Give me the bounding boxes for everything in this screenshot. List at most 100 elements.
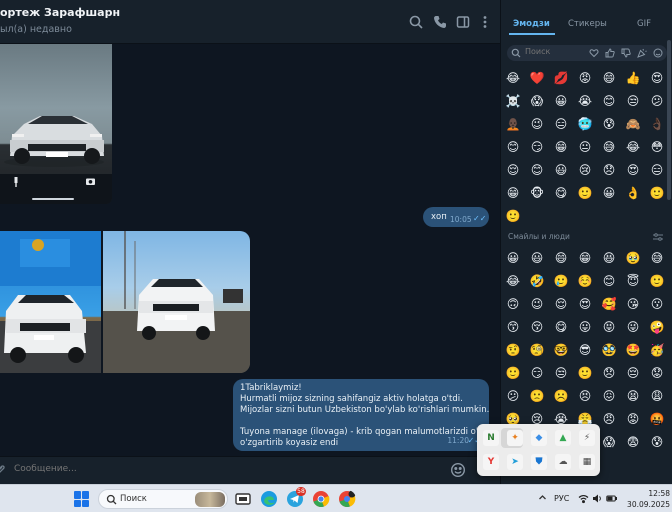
emoji-button[interactable]: 😩 <box>645 384 669 407</box>
emoji-button[interactable]: 🐵 <box>525 181 549 204</box>
message-bubble-out[interactable]: хоп 10:05 ✓✓ <box>423 207 489 227</box>
tray-app-icon[interactable]: ➤ <box>507 454 523 470</box>
emoji-button[interactable]: 🥲 <box>549 269 573 292</box>
clock-time[interactable]: 12:58 <box>642 489 670 498</box>
emoji-button[interactable]: 👍 <box>621 66 645 89</box>
emoji-button[interactable]: 😀 <box>501 246 525 269</box>
tray-app-icon[interactable]: ✦ <box>507 430 523 446</box>
emoji-button[interactable]: ☠️ <box>501 89 525 112</box>
emoji-button[interactable]: 🧑🏿‍🦲 <box>501 112 525 135</box>
tray-app-icon[interactable]: ⚡ <box>579 430 595 446</box>
emoji-button[interactable]: 😖 <box>597 384 621 407</box>
volume-icon[interactable] <box>592 493 603 504</box>
emoji-button[interactable]: 😑 <box>549 112 573 135</box>
input-language[interactable]: РУС <box>554 494 569 503</box>
emoji-button[interactable]: ☹️ <box>549 384 573 407</box>
attach-icon[interactable] <box>0 464 6 476</box>
emoji-button[interactable]: 😙 <box>501 315 525 338</box>
emoji-button[interactable]: 😃 <box>549 158 573 181</box>
emoji-button[interactable]: 😠 <box>597 407 621 430</box>
emoji-button[interactable]: 😁 <box>549 135 573 158</box>
emoji-button[interactable]: 😊 <box>597 269 621 292</box>
emoji-button[interactable]: 😣 <box>573 384 597 407</box>
battery-icon[interactable] <box>606 493 617 504</box>
emoji-button[interactable]: 😃 <box>525 246 549 269</box>
party-icon[interactable] <box>637 48 647 58</box>
flashlight-icon[interactable] <box>12 177 20 187</box>
edge-browser-icon[interactable] <box>260 490 278 508</box>
emoji-button[interactable]: 😁 <box>501 181 525 204</box>
emoji-button[interactable]: 😚 <box>525 315 549 338</box>
emoji-button[interactable]: 😱 <box>597 430 621 453</box>
emoji-button[interactable]: 😋 <box>549 315 573 338</box>
emoji-button[interactable]: 🤨 <box>501 338 525 361</box>
emoji-button[interactable]: 😕 <box>501 384 525 407</box>
emoji-button[interactable]: 😍 <box>573 292 597 315</box>
emoji-button[interactable]: 😌 <box>549 292 573 315</box>
tab-stickers[interactable]: Стикеры <box>568 19 607 29</box>
tray-app-icon[interactable]: ⛊ <box>531 454 547 470</box>
message-input[interactable] <box>14 464 314 474</box>
emoji-button[interactable]: 😆 <box>597 246 621 269</box>
emoji-button[interactable]: 🙈 <box>621 112 645 135</box>
tab-emoji[interactable]: Эмодзи <box>513 19 550 29</box>
emoji-button[interactable]: 🙂 <box>573 361 597 384</box>
emoji-button[interactable]: 🙂 <box>645 269 669 292</box>
emoji-button[interactable]: 🙂 <box>501 204 525 227</box>
photo-car-blue-building[interactable] <box>0 231 101 373</box>
emoji-button[interactable]: 😳 <box>645 135 669 158</box>
emoji-button[interactable]: 🤣 <box>525 269 549 292</box>
emoji-button[interactable]: 👌 <box>621 181 645 204</box>
chrome-profile-icon[interactable] <box>338 490 356 508</box>
emoji-button[interactable]: 😅 <box>645 246 669 269</box>
emoji-button[interactable]: 🥰 <box>597 292 621 315</box>
sidebar-toggle-icon[interactable] <box>455 14 471 30</box>
chrome-icon[interactable] <box>312 490 330 508</box>
emoji-button[interactable]: 😨 <box>621 430 645 453</box>
emoji-button[interactable]: 😒 <box>621 89 645 112</box>
emoji-button[interactable]: 😊 <box>525 158 549 181</box>
emoji-button[interactable]: 😐 <box>573 135 597 158</box>
tray-app-icon[interactable]: ◆ <box>531 430 547 446</box>
emoji-button[interactable]: 😱 <box>525 89 549 112</box>
emoji-button[interactable]: 😝 <box>597 315 621 338</box>
emoji-button[interactable]: 😞 <box>597 361 621 384</box>
emoji-button[interactable]: 😔 <box>621 361 645 384</box>
emoji-button[interactable]: 😛 <box>573 315 597 338</box>
emoji-button[interactable]: ☺️ <box>573 269 597 292</box>
smile-outline-icon[interactable] <box>653 48 663 58</box>
emoji-smile-icon[interactable] <box>450 462 466 478</box>
emoji-button[interactable]: 🤪 <box>645 315 669 338</box>
thumbs-down-outline-icon[interactable] <box>621 48 631 58</box>
emoji-button[interactable]: 🥸 <box>597 338 621 361</box>
emoji-button[interactable]: 🙂 <box>645 181 669 204</box>
emoji-button[interactable]: 🙁 <box>525 384 549 407</box>
emoji-button[interactable]: 😏 <box>525 361 549 384</box>
tray-app-icon[interactable]: Y <box>483 454 499 470</box>
clock-date[interactable]: 30.09.2025 <box>626 500 670 509</box>
chat-title[interactable]: ортеж Зарафшарн <box>0 6 120 19</box>
chat-messages[interactable]: хоп 10:05 ✓✓ 1Tabriklaymiz! Hurmatli mij… <box>0 44 500 456</box>
tray-app-icon[interactable]: N <box>483 430 499 446</box>
phone-icon[interactable] <box>432 14 448 30</box>
emoji-button[interactable]: 😍 <box>621 158 645 181</box>
wifi-icon[interactable] <box>578 493 589 504</box>
emoji-button[interactable]: 😅 <box>597 135 621 158</box>
emoji-button[interactable]: 😟 <box>645 361 669 384</box>
emoji-button[interactable]: 😫 <box>621 384 645 407</box>
emoji-button[interactable]: 😰 <box>645 430 669 453</box>
message-bubble-out[interactable]: 1Tabriklaymiz! Hurmatli mijoz sizning sa… <box>233 379 489 451</box>
emoji-button[interactable]: 😜 <box>621 315 645 338</box>
taskbar-search[interactable]: Поиск <box>98 489 228 509</box>
photo-car-grey[interactable] <box>0 44 112 204</box>
tray-app-icon[interactable]: ▦ <box>579 454 595 470</box>
emoji-button[interactable]: 😡 <box>573 66 597 89</box>
camera-icon[interactable] <box>86 177 95 185</box>
search-icon[interactable] <box>408 14 424 30</box>
emoji-button[interactable]: 🥹 <box>621 246 645 269</box>
emoji-button[interactable]: 🤩 <box>621 338 645 361</box>
emoji-button[interactable]: 🥳 <box>645 338 669 361</box>
thumbs-up-outline-icon[interactable] <box>605 48 615 58</box>
emoji-button[interactable]: 🙃 <box>501 292 525 315</box>
emoji-button[interactable]: 😂 <box>501 66 525 89</box>
